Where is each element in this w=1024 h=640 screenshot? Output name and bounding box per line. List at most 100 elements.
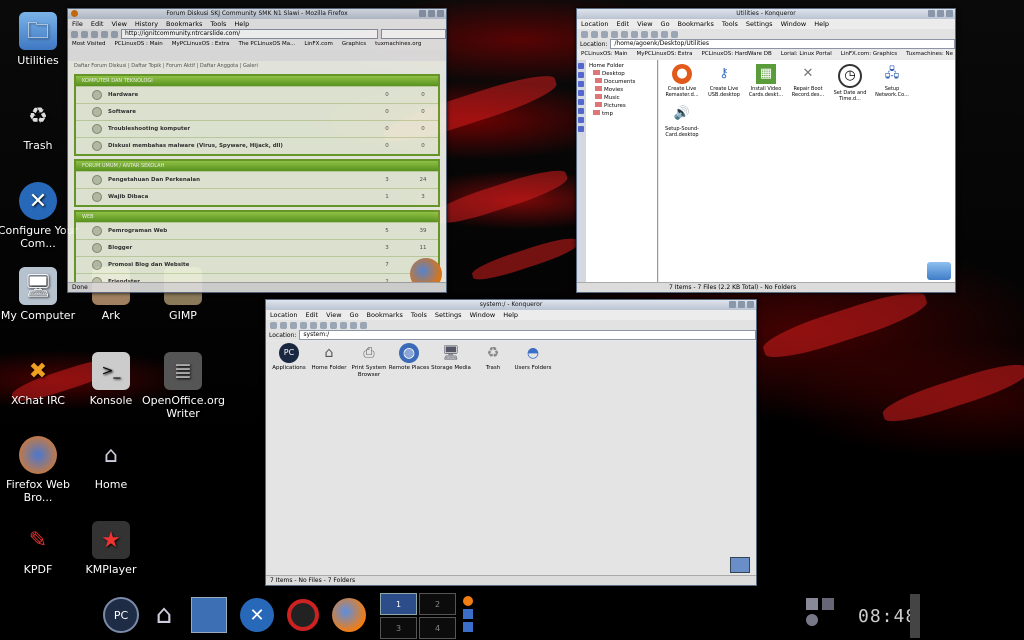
search-input[interactable]: [381, 29, 446, 39]
panel-hide-button[interactable]: [910, 594, 920, 638]
menu-bookmarks[interactable]: Bookmarks: [678, 19, 714, 29]
minimize-button[interactable]: [928, 10, 935, 17]
view-mode-icon[interactable]: [671, 30, 678, 38]
maximize-button[interactable]: [738, 301, 745, 308]
home-icon[interactable]: [611, 30, 618, 38]
menu-settings[interactable]: Settings: [435, 310, 462, 320]
bookmark-item[interactable]: PCLinuxOS : Main: [114, 39, 162, 49]
home-icon[interactable]: ⌂: [143, 594, 185, 636]
file-item[interactable]: ▦ Install Video Cards.deskt...: [745, 64, 787, 98]
file-item[interactable]: 🖧 Setup Network.Co...: [871, 64, 913, 98]
menu-help[interactable]: Help: [814, 19, 829, 29]
pclinuxos-icon[interactable]: PC: [100, 594, 142, 636]
menu-bookmarks[interactable]: Bookmarks: [166, 19, 202, 29]
sidebar-tab-icon[interactable]: [578, 72, 584, 78]
camera-tray-icon[interactable]: [822, 598, 834, 610]
shutdown-icon[interactable]: [282, 594, 324, 636]
bookmark-item[interactable]: tuxmachines.org: [375, 39, 421, 49]
bookmark-item[interactable]: Graphics: [342, 39, 366, 49]
bookmark-item[interactable]: Most Visited: [72, 39, 105, 49]
menu-bookmarks[interactable]: Bookmarks: [367, 310, 403, 320]
system-item[interactable]: ◍ Remote Places: [386, 343, 432, 372]
file-item[interactable]: 🔊 Setup-Sound-Card.desktop: [661, 104, 703, 138]
menu-edit[interactable]: Edit: [91, 19, 104, 29]
forum-row[interactable]: Hardware 0 0: [76, 86, 438, 103]
location-input[interactable]: /home/agoenk/Desktop/Utilities: [610, 39, 955, 49]
desktop-icon-kpdf[interactable]: ✎ KPDF: [0, 521, 79, 576]
desktop-icon-openoffice-writer[interactable]: ≣ OpenOffice.org Writer: [142, 352, 225, 420]
firefox-window[interactable]: Forum Diskusi SKJ Community SMK N1 Slawi…: [67, 8, 447, 293]
stop-icon[interactable]: [101, 30, 108, 38]
bookmark-item[interactable]: PCLinuxOS: HardWare DB: [701, 49, 771, 59]
pager-desktop[interactable]: 3: [380, 617, 417, 639]
maximize-button[interactable]: [428, 10, 435, 17]
back-icon[interactable]: [581, 30, 588, 38]
menu-help[interactable]: Help: [503, 310, 518, 320]
bookmark-item[interactable]: The PCLinuxOS Ma...: [238, 39, 295, 49]
view-mode-icon[interactable]: [360, 321, 367, 329]
bookmark-item[interactable]: LinFX.com: Graphics: [841, 49, 897, 59]
forum-row[interactable]: Pengetahuan Dan Perkenalan 3 24: [76, 171, 438, 188]
network-tray-icon[interactable]: [806, 598, 818, 610]
desktop-icon-home[interactable]: ⌂ Home: [70, 436, 152, 491]
forum-row[interactable]: Software 0 0: [76, 103, 438, 120]
clock[interactable]: 08:48: [858, 606, 917, 627]
utilities-titlebar[interactable]: Utilities - Konqueror: [577, 9, 955, 19]
sidebar-tab-icon[interactable]: [578, 99, 584, 105]
home-icon[interactable]: [111, 30, 118, 38]
back-icon[interactable]: [270, 321, 277, 329]
firefox-icon[interactable]: [328, 594, 370, 636]
menu-window[interactable]: Window: [781, 19, 807, 29]
tree-item[interactable]: Music: [589, 94, 635, 102]
file-item[interactable]: ⚷ Create Live USB.desktop: [703, 64, 745, 98]
reload-icon[interactable]: [310, 321, 317, 329]
close-button[interactable]: [747, 301, 754, 308]
forward-icon[interactable]: [81, 30, 88, 38]
menu-history[interactable]: History: [135, 19, 158, 29]
menu-tools[interactable]: Tools: [722, 19, 738, 29]
menu-window[interactable]: Window: [470, 310, 496, 320]
menu-location[interactable]: Location: [270, 310, 298, 320]
close-button[interactable]: [946, 10, 953, 17]
control-center-icon[interactable]: [188, 594, 230, 636]
tree-item[interactable]: Documents: [589, 78, 635, 86]
maximize-button[interactable]: [937, 10, 944, 17]
bookmark-item[interactable]: LinFX.com: [304, 39, 333, 49]
view-mode-icon[interactable]: [350, 321, 357, 329]
pager-desktop[interactable]: 2: [419, 593, 456, 615]
menu-go[interactable]: Go: [350, 310, 359, 320]
forum-row[interactable]: Troubleshooting komputer 0 0: [76, 120, 438, 137]
desktop-icon-xchat[interactable]: ✖ XChat IRC: [0, 352, 79, 407]
configure-icon[interactable]: ✕: [236, 594, 278, 636]
sidebar-tab-icon[interactable]: [578, 108, 584, 114]
up-icon[interactable]: [601, 30, 608, 38]
menu-edit[interactable]: Edit: [306, 310, 319, 320]
volume-icon[interactable]: [806, 614, 818, 626]
zoom-out-icon[interactable]: [340, 321, 347, 329]
desktop-icon-kmplayer[interactable]: ★ KMPlayer: [70, 521, 152, 576]
system-titlebar[interactable]: system:/ - Konqueror: [266, 300, 756, 310]
bookmark-item[interactable]: MyPCLinuxOS: Extra: [637, 49, 693, 59]
system-item[interactable]: ◓ Users Folders: [510, 343, 556, 372]
firefox-titlebar[interactable]: Forum Diskusi SKJ Community SMK N1 Slawi…: [68, 9, 446, 19]
system-item[interactable]: 🖥 Storage Media: [428, 343, 474, 372]
menu-edit[interactable]: Edit: [617, 19, 630, 29]
sidebar-tab-icon[interactable]: [578, 81, 584, 87]
bookmark-item[interactable]: Tuxmachines: Ne: [906, 49, 953, 59]
forum-row[interactable]: Blogger 3 11: [76, 239, 438, 256]
utilities-konqueror-window[interactable]: Utilities - Konqueror Location Edit View…: [576, 8, 956, 293]
forward-icon[interactable]: [280, 321, 287, 329]
menu-go[interactable]: Go: [661, 19, 670, 29]
firefox-task-icon[interactable]: [463, 596, 473, 606]
sidebar-tab-icon[interactable]: [578, 126, 584, 132]
zoom-out-icon[interactable]: [651, 30, 658, 38]
menu-view[interactable]: View: [326, 310, 341, 320]
forum-row[interactable]: Wajib Dibaca 1 3: [76, 188, 438, 205]
tree-item[interactable]: Pictures: [589, 102, 635, 110]
menu-settings[interactable]: Settings: [746, 19, 773, 29]
forum-row[interactable]: Pemrograman Web 5 39: [76, 222, 438, 239]
file-item[interactable]: ✕ Repair Boot Record.des...: [787, 64, 829, 98]
bookmark-item[interactable]: Lorial: Linux Portal: [781, 49, 832, 59]
menu-location[interactable]: Location: [581, 19, 609, 29]
bookmark-item[interactable]: MyPCLinuxOS : Extra: [172, 39, 230, 49]
